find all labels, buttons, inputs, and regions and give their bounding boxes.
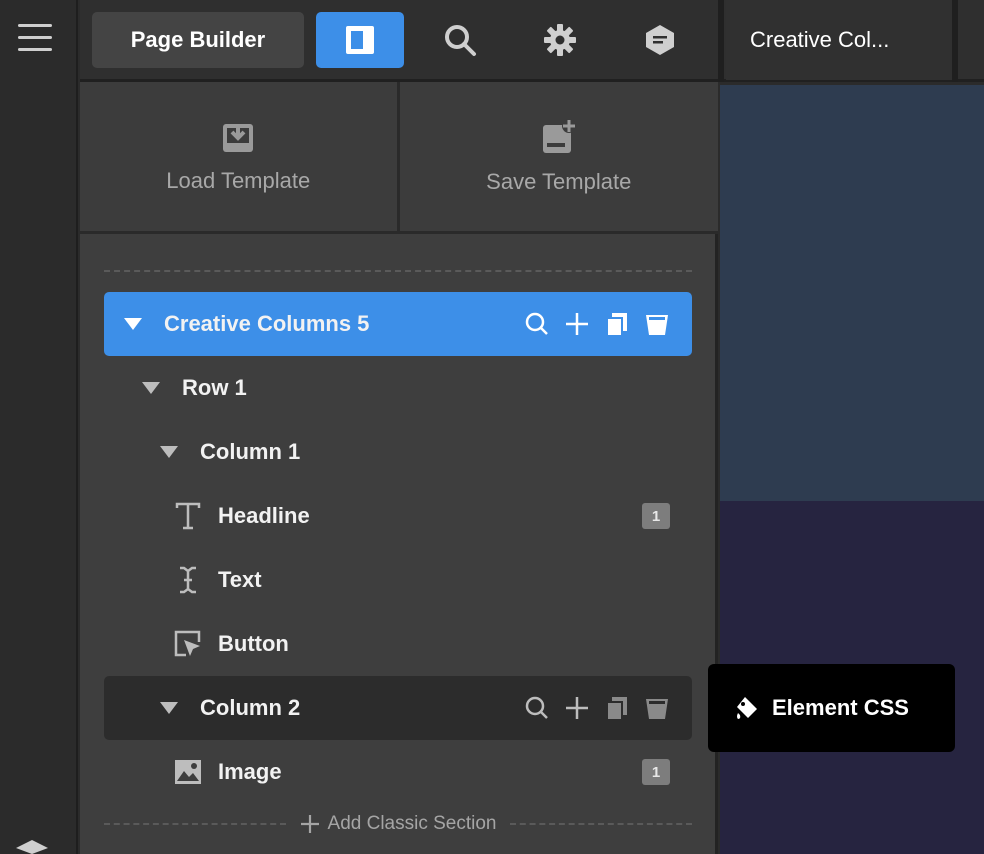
collapse-caret-icon[interactable] bbox=[142, 382, 160, 394]
save-template-button[interactable]: Save Template bbox=[399, 82, 718, 231]
collapse-caret-icon[interactable] bbox=[160, 446, 178, 458]
count-badge: 1 bbox=[642, 759, 670, 785]
panel-toggle-icon bbox=[346, 26, 374, 54]
button-pointer-icon bbox=[174, 630, 202, 658]
drop-zone-divider bbox=[104, 270, 692, 272]
page-builder-button[interactable]: Page Builder bbox=[92, 12, 304, 68]
tree-item-label: Creative Columns 5 bbox=[164, 311, 370, 336]
add-icon[interactable] bbox=[564, 695, 590, 721]
text-cursor-icon bbox=[174, 566, 202, 594]
image-icon bbox=[174, 758, 202, 786]
count-badge: 1 bbox=[642, 503, 670, 529]
template-actions: Load Template Save Template bbox=[80, 82, 718, 234]
collapse-caret-icon[interactable] bbox=[160, 702, 178, 714]
add-icon[interactable] bbox=[564, 311, 590, 337]
tree-item-label: Headline bbox=[218, 503, 310, 528]
add-section-label-wrap: Add Classic Section bbox=[286, 813, 511, 835]
gear-icon[interactable] bbox=[540, 20, 580, 60]
tree-item-button[interactable]: Button bbox=[104, 612, 692, 676]
download-icon bbox=[223, 123, 254, 152]
inspect-icon[interactable] bbox=[524, 695, 550, 721]
collapse-caret-icon[interactable] bbox=[124, 318, 142, 330]
headline-icon bbox=[174, 502, 202, 530]
layers-icon[interactable] bbox=[16, 840, 48, 854]
duplicate-icon[interactable] bbox=[604, 695, 630, 721]
trash-icon[interactable] bbox=[644, 311, 670, 337]
builder-panel: Load Template Save Template Creative Col… bbox=[80, 82, 718, 854]
tree-item-label: Column 2 bbox=[200, 695, 301, 720]
canvas-preview-top[interactable] bbox=[720, 85, 984, 501]
trash-icon[interactable] bbox=[644, 695, 670, 721]
paint-bucket-icon bbox=[737, 697, 757, 719]
dashed-line bbox=[104, 823, 286, 825]
tree-item-label: Row 1 bbox=[182, 375, 247, 400]
top-toolbar: Page Builder Creative Col... bbox=[80, 0, 984, 82]
search-icon[interactable] bbox=[440, 20, 480, 60]
tooltip-label: Element CSS bbox=[772, 695, 909, 720]
inspect-icon[interactable] bbox=[524, 311, 550, 337]
tree-item-label: Button bbox=[218, 631, 289, 656]
save-template-label: Save Template bbox=[486, 168, 632, 194]
tree-item-headline[interactable]: Headline 1 bbox=[104, 484, 692, 548]
add-classic-section-button[interactable]: Add Classic Section bbox=[104, 809, 692, 839]
dashed-line bbox=[510, 823, 692, 825]
load-template-button[interactable]: Load Template bbox=[80, 82, 400, 231]
tree-item-section[interactable]: Creative Columns 5 bbox=[104, 292, 692, 356]
tree-item-label: Image bbox=[218, 759, 282, 784]
page-tab[interactable]: Creative Col... bbox=[726, 0, 952, 80]
panel-toggle-button[interactable] bbox=[316, 12, 404, 68]
left-rail bbox=[0, 0, 78, 854]
row-actions bbox=[524, 292, 670, 356]
tree-item-row[interactable]: Row 1 bbox=[104, 356, 692, 420]
tree-item-image[interactable]: Image 1 bbox=[104, 740, 692, 804]
save-template-icon bbox=[542, 118, 576, 153]
element-css-tooltip[interactable]: Element CSS bbox=[708, 664, 955, 752]
note-icon[interactable] bbox=[640, 20, 680, 60]
add-section-label: Add Classic Section bbox=[327, 813, 497, 834]
tree-item-label: Text bbox=[218, 567, 262, 592]
tree-item-column-2[interactable]: Column 2 bbox=[104, 676, 692, 740]
row-actions bbox=[524, 676, 670, 740]
tree-item-label: Column 1 bbox=[200, 439, 301, 464]
hamburger-menu-icon[interactable] bbox=[18, 24, 52, 56]
tree-item-column-1[interactable]: Column 1 bbox=[104, 420, 692, 484]
load-template-label: Load Template bbox=[166, 167, 311, 193]
duplicate-icon[interactable] bbox=[604, 311, 630, 337]
toolbar-divider bbox=[952, 0, 958, 82]
toolbar-divider bbox=[718, 0, 724, 82]
plus-icon bbox=[300, 815, 319, 833]
tree-item-text[interactable]: Text bbox=[104, 548, 692, 612]
